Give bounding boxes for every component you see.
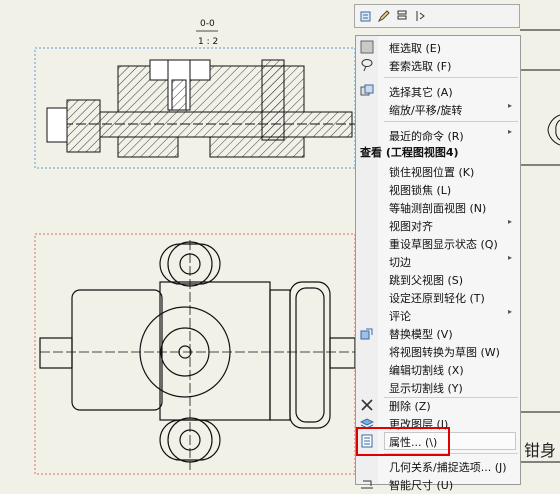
menu-separator <box>384 121 518 122</box>
menu-item-label: 删除 (Z) <box>389 400 431 413</box>
menu-item-select-other[interactable]: 选择其它 (A) <box>356 82 520 100</box>
context-menu: 框选取 (E) 套索选取 (F) 选择其它 (A) 缩放/平移/旋转 ▸ 最近的… <box>355 35 521 492</box>
scale-bottom: 1 : 2 <box>198 37 218 47</box>
context-toolbar <box>354 4 520 28</box>
menu-item-comments[interactable]: 评论 ▸ <box>356 306 520 324</box>
menu-item-label: 替换模型 (V) <box>389 328 453 341</box>
menu-item-isometric-section[interactable]: 等轴测剖面视图 (N) <box>356 198 520 216</box>
menu-item-lasso-select[interactable]: 套索选取 (F) <box>356 56 520 74</box>
menu-item-label: 跳到父视图 (S) <box>389 274 464 287</box>
menu-item-label: 将视图转换为草图 (W) <box>389 346 500 359</box>
menu-item-delete[interactable]: 删除 (Z) <box>356 396 520 414</box>
menu-item-label: 套索选取 (F) <box>389 60 452 73</box>
right-view-fragment <box>520 29 560 463</box>
bottom-view-border[interactable] <box>34 233 356 475</box>
menu-item-label: 缩放/平移/旋转 <box>389 104 463 117</box>
lock-tool-icon[interactable] <box>413 9 427 23</box>
menu-item-label: 等轴测剖面视图 (N) <box>389 202 487 215</box>
menu-section-header: 查看 (工程图视图4) <box>360 146 459 159</box>
menu-item-lock-view-position[interactable]: 锁住视图位置 (K) <box>356 162 520 180</box>
menu-separator <box>384 77 518 78</box>
menu-item-edit-cutting-line[interactable]: 编辑切割线 (X) <box>356 360 520 378</box>
bottom-vice-view[interactable] <box>39 240 356 470</box>
menu-item-label: 显示切割线 (Y) <box>389 382 463 395</box>
menu-item-label: 重设草图显示状态 (Q) <box>389 238 498 251</box>
menu-item-label: 切边 <box>389 256 411 269</box>
menu-item-zoom-pan-rotate[interactable]: 缩放/平移/旋转 ▸ <box>356 100 520 118</box>
delete-x-icon <box>360 398 374 412</box>
scale-label: 0-0 1 : 2 <box>196 19 218 47</box>
submenu-arrow-icon: ▸ <box>508 101 513 110</box>
lasso-icon <box>360 58 374 72</box>
smart-dimension-icon <box>360 477 374 491</box>
box-select-icon <box>360 40 374 54</box>
menu-item-view-align[interactable]: 视图对齐 ▸ <box>356 216 520 234</box>
submenu-arrow-icon: ▸ <box>508 217 513 226</box>
properties-tool-icon[interactable] <box>359 9 373 23</box>
scale-top: 0-0 <box>200 19 215 29</box>
menu-item-tangent-edge[interactable]: 切边 ▸ <box>356 252 520 270</box>
highlight-box <box>356 427 450 456</box>
replace-model-icon <box>360 326 374 340</box>
menu-item-recent-commands[interactable]: 最近的命令 (R) ▸ <box>356 126 520 144</box>
submenu-arrow-icon: ▸ <box>508 253 513 262</box>
top-section-view[interactable] <box>46 59 360 158</box>
menu-item-relations-snap-options[interactable]: 几何关系/捕捉选项... (J) <box>356 457 520 475</box>
menu-item-label: 视图锁焦 (L) <box>389 184 452 197</box>
title-block-text: 钳身 <box>524 441 557 460</box>
align-tool-icon[interactable] <box>395 9 409 23</box>
menu-item-jump-parent-view[interactable]: 跳到父视图 (S) <box>356 270 520 288</box>
menu-item-label: 编辑切割线 (X) <box>389 364 464 377</box>
menu-item-label: 评论 <box>389 310 411 323</box>
submenu-arrow-icon: ▸ <box>508 307 513 316</box>
menu-item-label: 最近的命令 (R) <box>389 130 464 143</box>
menu-item-label: 锁住视图位置 (K) <box>389 166 475 179</box>
menu-item-label: 框选取 (E) <box>389 42 442 55</box>
menu-item-reset-sketch-display[interactable]: 重设草图显示状态 (Q) <box>356 234 520 252</box>
menu-item-convert-view-to-sketch[interactable]: 将视图转换为草图 (W) <box>356 342 520 360</box>
select-other-icon <box>360 84 374 98</box>
menu-item-show-cutting-line[interactable]: 显示切割线 (Y) <box>356 378 520 396</box>
menu-item-label: 设定还原到轻化 (T) <box>389 292 485 305</box>
menu-item-label: 视图对齐 <box>389 220 433 233</box>
menu-item-label: 智能尺寸 (U) <box>389 479 454 492</box>
menu-item-smart-dimension[interactable]: 智能尺寸 (U) <box>356 475 520 493</box>
submenu-arrow-icon: ▸ <box>508 127 513 136</box>
menu-item-label: 几何关系/捕捉选项... (J) <box>389 461 507 474</box>
menu-item-set-restore-lightweight[interactable]: 设定还原到轻化 (T) <box>356 288 520 306</box>
menu-item-box-select[interactable]: 框选取 (E) <box>356 38 520 56</box>
menu-item-label: 选择其它 (A) <box>389 86 453 99</box>
menu-item-replace-model[interactable]: 替换模型 (V) <box>356 324 520 342</box>
menu-item-lock-view-focus[interactable]: 视图锁焦 (L) <box>356 180 520 198</box>
pen-tool-icon[interactable] <box>377 9 391 23</box>
